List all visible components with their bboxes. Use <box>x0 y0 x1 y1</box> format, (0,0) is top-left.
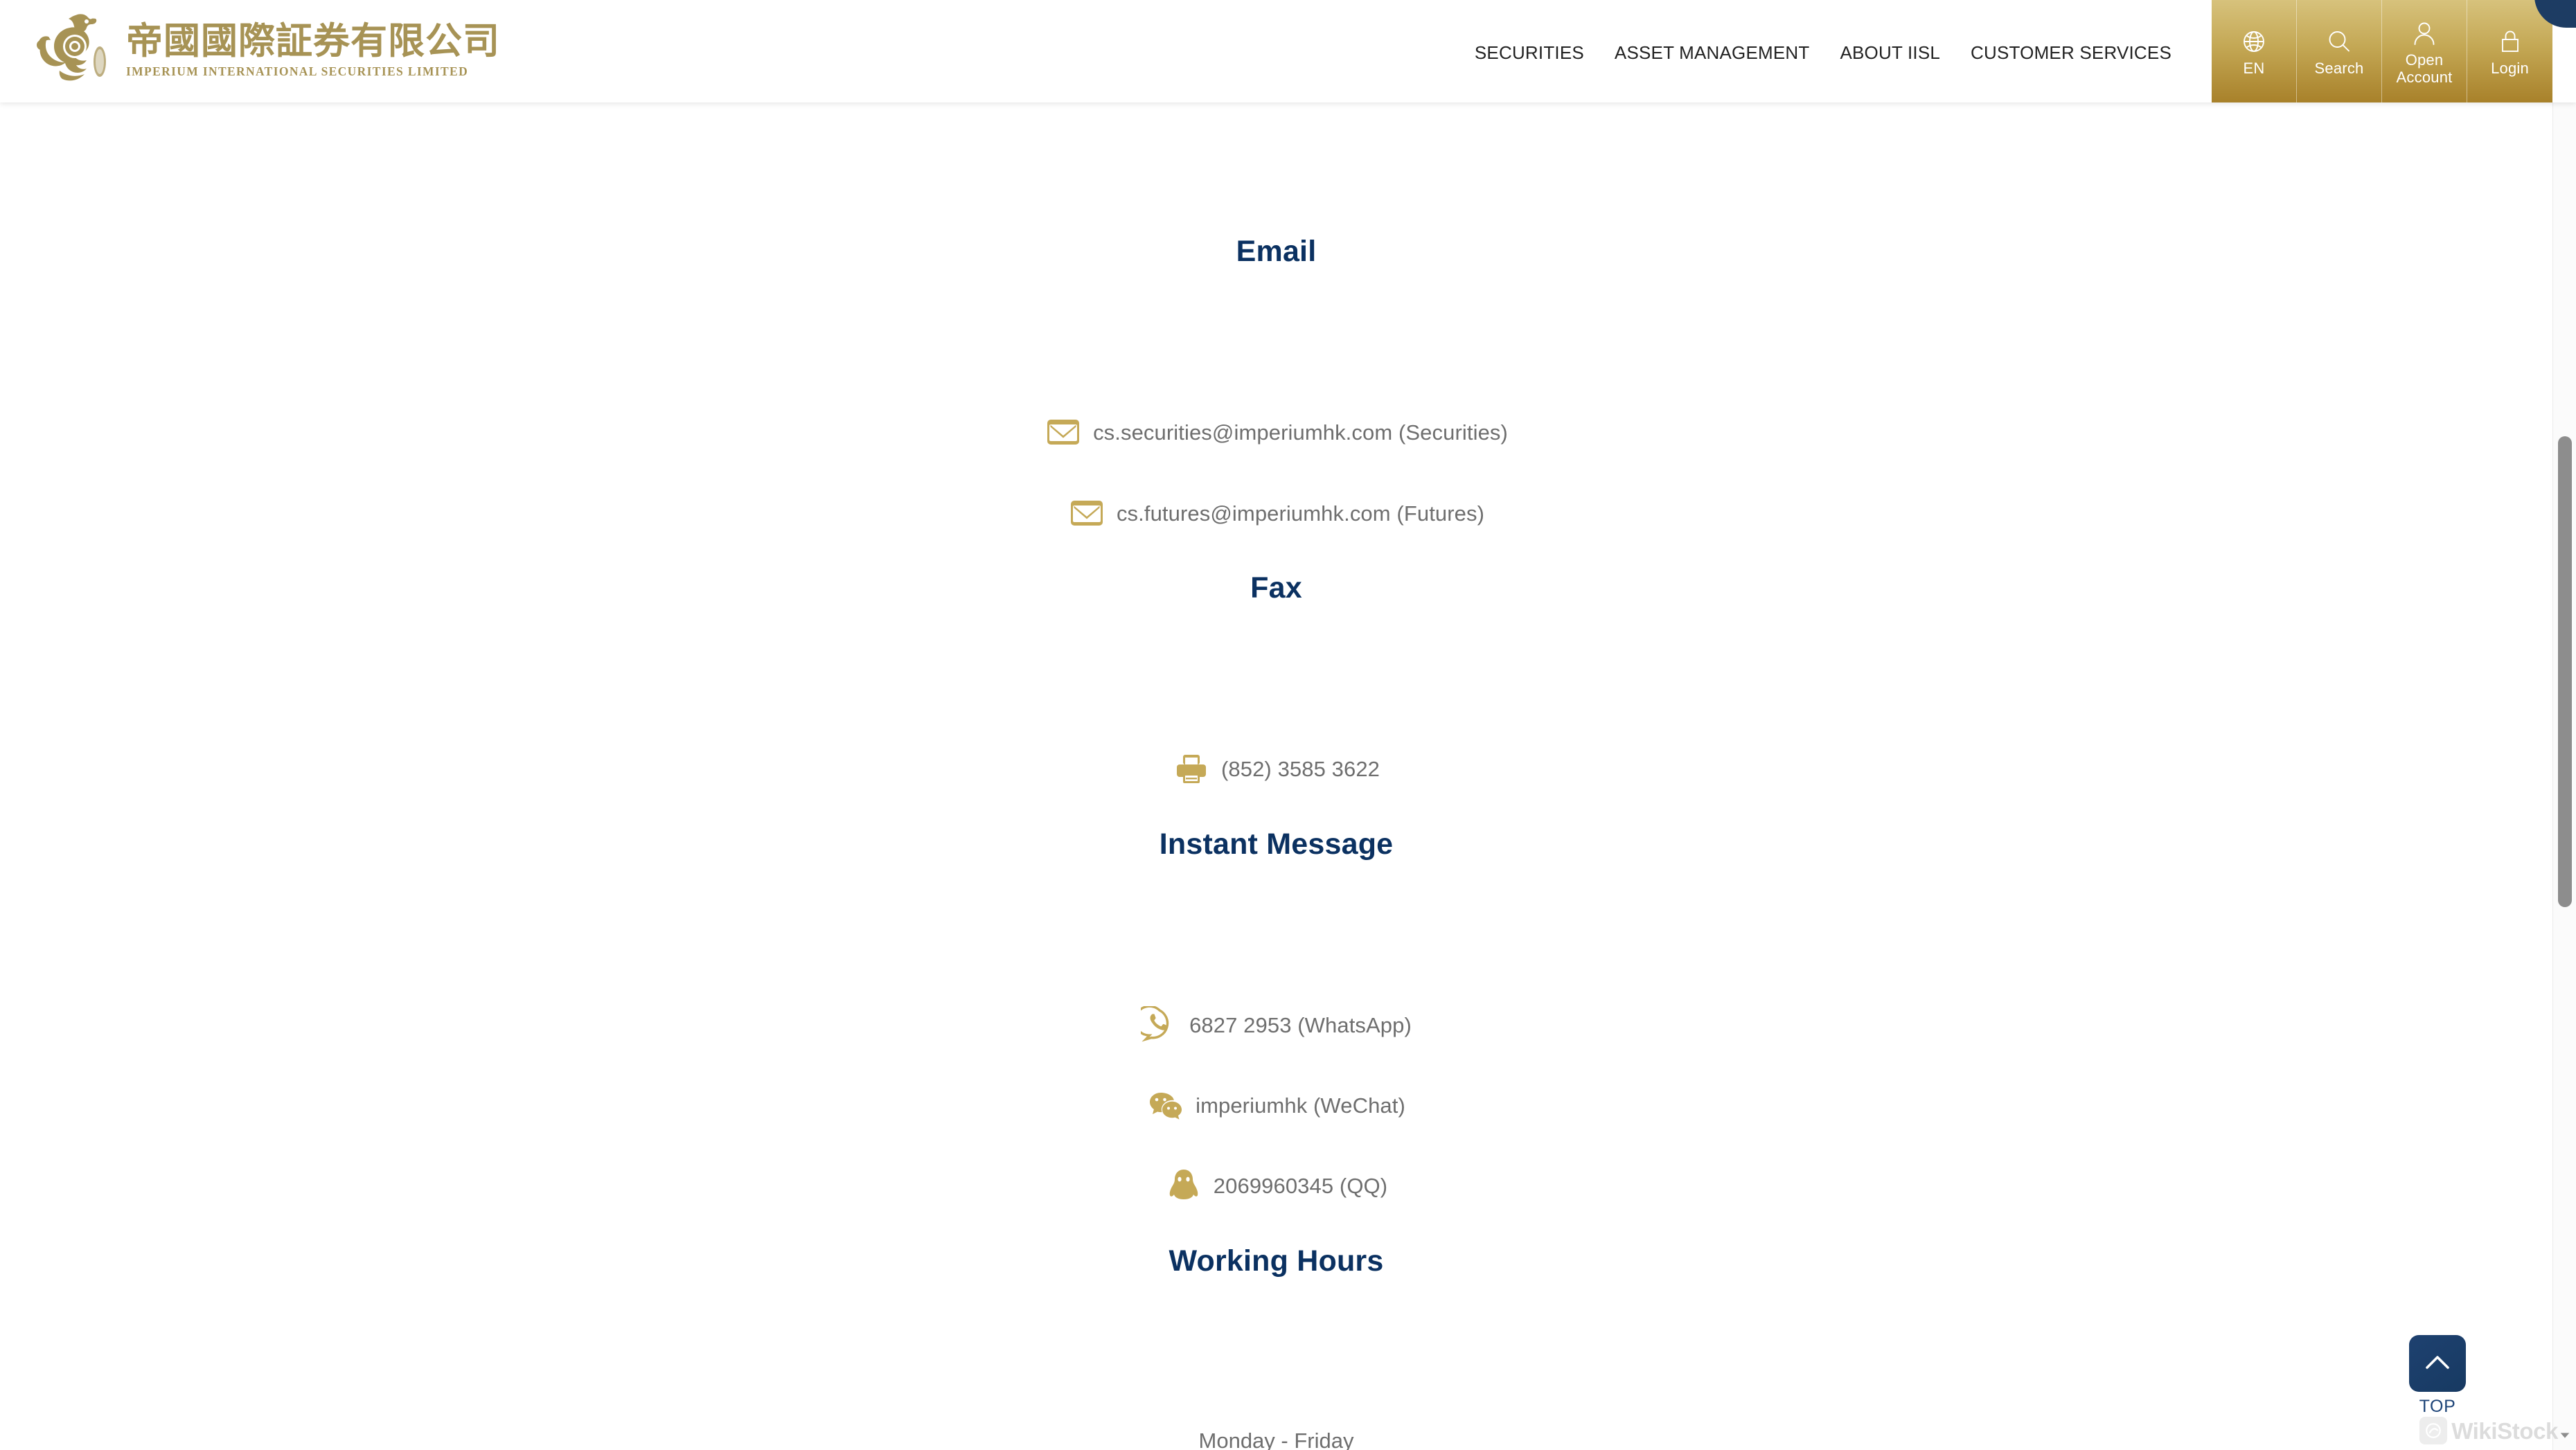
nav-item-about-iisl[interactable]: ABOUT IISL <box>1824 38 1955 68</box>
scroll-to-top-button[interactable]: TOP <box>2397 1335 2478 1415</box>
search-icon <box>2329 31 2350 52</box>
email-futures-text: cs.futures@imperiumhk.com (Futures) <box>1116 501 1485 526</box>
language-switch-label: EN <box>2243 60 2265 78</box>
fax-row[interactable]: (852) 3585 3622 <box>0 750 2552 787</box>
im-row-qq[interactable]: 2069960345 (QQ) <box>0 1167 2552 1204</box>
email-securities-text: cs.securities@imperiumhk.com (Securities… <box>1093 420 1508 445</box>
site-header: 帝國國際証券有限公司 IMPERIUM INTERNATIONAL SECURI… <box>0 0 2576 102</box>
fax-number-text: (852) 3585 3622 <box>1220 756 1380 781</box>
instant-message-section-header: Instant Message <box>0 830 2552 859</box>
nav-item-securities[interactable]: SECURITIES <box>1459 38 1599 68</box>
instant-message-title: Instant Message <box>1159 827 1394 861</box>
whatsapp-icon <box>1141 1006 1169 1042</box>
scroll-to-top-icon-box <box>2409 1335 2466 1392</box>
utility-bar: EN Search Open Account Login <box>2212 0 2552 102</box>
working-hours-title: Working Hours <box>1169 1244 1384 1278</box>
chevron-up-icon <box>2426 1356 2449 1369</box>
page-scrollbar[interactable] <box>2552 0 2576 1450</box>
page-root: 帝國國際証券有限公司 IMPERIUM INTERNATIONAL SECURI… <box>0 0 2576 1450</box>
email-row-securities[interactable]: cs.securities@imperiumhk.com (Securities… <box>0 413 2552 451</box>
fax-title: Fax <box>1250 571 1302 605</box>
im-row-wechat[interactable]: imperiumhk (WeChat) <box>0 1086 2552 1124</box>
logo-chinese-name: 帝國國際証券有限公司 <box>126 20 500 63</box>
email-section-header: Email <box>0 237 2552 267</box>
triangle-down-icon <box>2560 1433 2570 1438</box>
email-title: Email <box>1236 235 1317 268</box>
im-whatsapp-text: 6827 2953 (WhatsApp) <box>1189 1012 1412 1037</box>
scrollbar-down-arrow[interactable] <box>2553 1424 2576 1447</box>
working-hours-section-header: Working Hours <box>0 1246 2552 1276</box>
working-hours-days: Monday - Friday <box>1198 1429 1354 1450</box>
im-qq-text: 2069960345 (QQ) <box>1213 1173 1388 1198</box>
main-content: Email cs.securities@imperiumhk.com (Secu… <box>0 102 2552 1450</box>
im-row-whatsapp[interactable]: 6827 2953 (WhatsApp) <box>0 1006 2552 1044</box>
logo-text: 帝國國際証券有限公司 IMPERIUM INTERNATIONAL SECURI… <box>126 18 500 78</box>
search-button[interactable]: Search <box>2297 0 2382 102</box>
site-logo[interactable]: 帝國國際証券有限公司 IMPERIUM INTERNATIONAL SECURI… <box>32 10 500 87</box>
im-wechat-text: imperiumhk (WeChat) <box>1196 1093 1405 1118</box>
login-label: Login <box>2491 60 2529 78</box>
wechat-icon <box>1150 1093 1182 1120</box>
person-icon <box>2414 22 2435 45</box>
globe-icon <box>2244 31 2264 53</box>
nav-item-asset-management[interactable]: ASSET MANAGEMENT <box>1599 38 1825 68</box>
printer-icon <box>1176 755 1206 783</box>
lock-icon <box>2501 30 2519 53</box>
login-button[interactable]: Login <box>2467 0 2552 102</box>
logo-english-name: IMPERIUM INTERNATIONAL SECURITIES LIMITE… <box>126 64 469 78</box>
qq-icon <box>1169 1170 1198 1199</box>
envelope-icon <box>1070 501 1103 526</box>
search-label: Search <box>2314 60 2364 78</box>
scrollbar-thumb[interactable] <box>2558 436 2572 907</box>
email-row-futures[interactable]: cs.futures@imperiumhk.com (Futures) <box>0 494 2552 532</box>
open-account-button[interactable]: Open Account <box>2382 0 2467 102</box>
envelope-icon <box>1047 420 1080 445</box>
main-navigation: SECURITIES ASSET MANAGEMENT ABOUT IISL C… <box>1459 38 2187 68</box>
language-switch-button[interactable]: EN <box>2212 0 2297 102</box>
open-account-label: Open Account <box>2396 51 2453 86</box>
fax-section-header: Fax <box>0 573 2552 603</box>
nav-item-customer-services[interactable]: CUSTOMER SERVICES <box>1955 38 2187 68</box>
working-hours-days-row: Monday - Friday <box>0 1430 2552 1450</box>
dragon-emblem-icon <box>37 14 106 81</box>
scroll-to-top-label: TOP <box>2419 1397 2456 1416</box>
